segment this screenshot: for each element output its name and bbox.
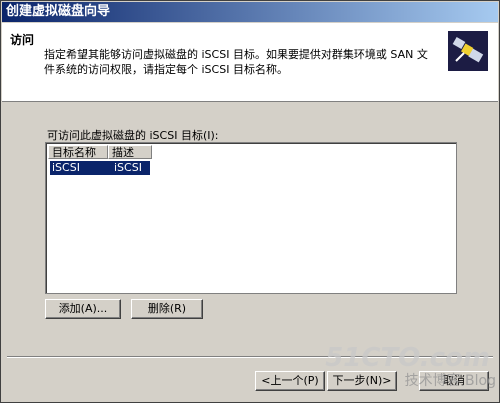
target-list[interactable]: 目标名称 描述 iSCSI iSCSI: [45, 142, 457, 294]
remove-button[interactable]: 删除(R): [131, 299, 203, 319]
wizard-satellite-icon: [448, 31, 488, 71]
target-list-label: 可访问此虚拟磁盘的 iSCSI 目标(I):: [47, 129, 219, 142]
list-item-name: iSCSI: [50, 161, 112, 175]
column-description[interactable]: 描述: [108, 145, 152, 159]
list-header: 目标名称 描述: [48, 145, 152, 159]
header-title: 访问: [10, 33, 35, 47]
next-button[interactable]: 下一步(N)>: [327, 371, 397, 391]
back-button[interactable]: <上一个(P): [255, 371, 325, 391]
list-item[interactable]: iSCSI iSCSI: [50, 161, 150, 175]
add-button[interactable]: 添加(A)...: [45, 299, 121, 319]
header-description: 指定希望其能够访问虚拟磁盘的 iSCSI 目标。如果要提供对群集环境或 SAN …: [44, 48, 428, 76]
window-title: 创建虚拟磁盘向导: [2, 2, 498, 22]
list-item-description: iSCSI: [112, 161, 150, 175]
column-target-name[interactable]: 目标名称: [48, 145, 108, 159]
wizard-header: 访问 指定希望其能够访问虚拟磁盘的 iSCSI 目标。如果要提供对群集环境或 S…: [2, 23, 498, 102]
watermark-text: 技术博客 Blog: [404, 373, 496, 389]
watermark-logo: 51CTO.com: [325, 343, 490, 373]
